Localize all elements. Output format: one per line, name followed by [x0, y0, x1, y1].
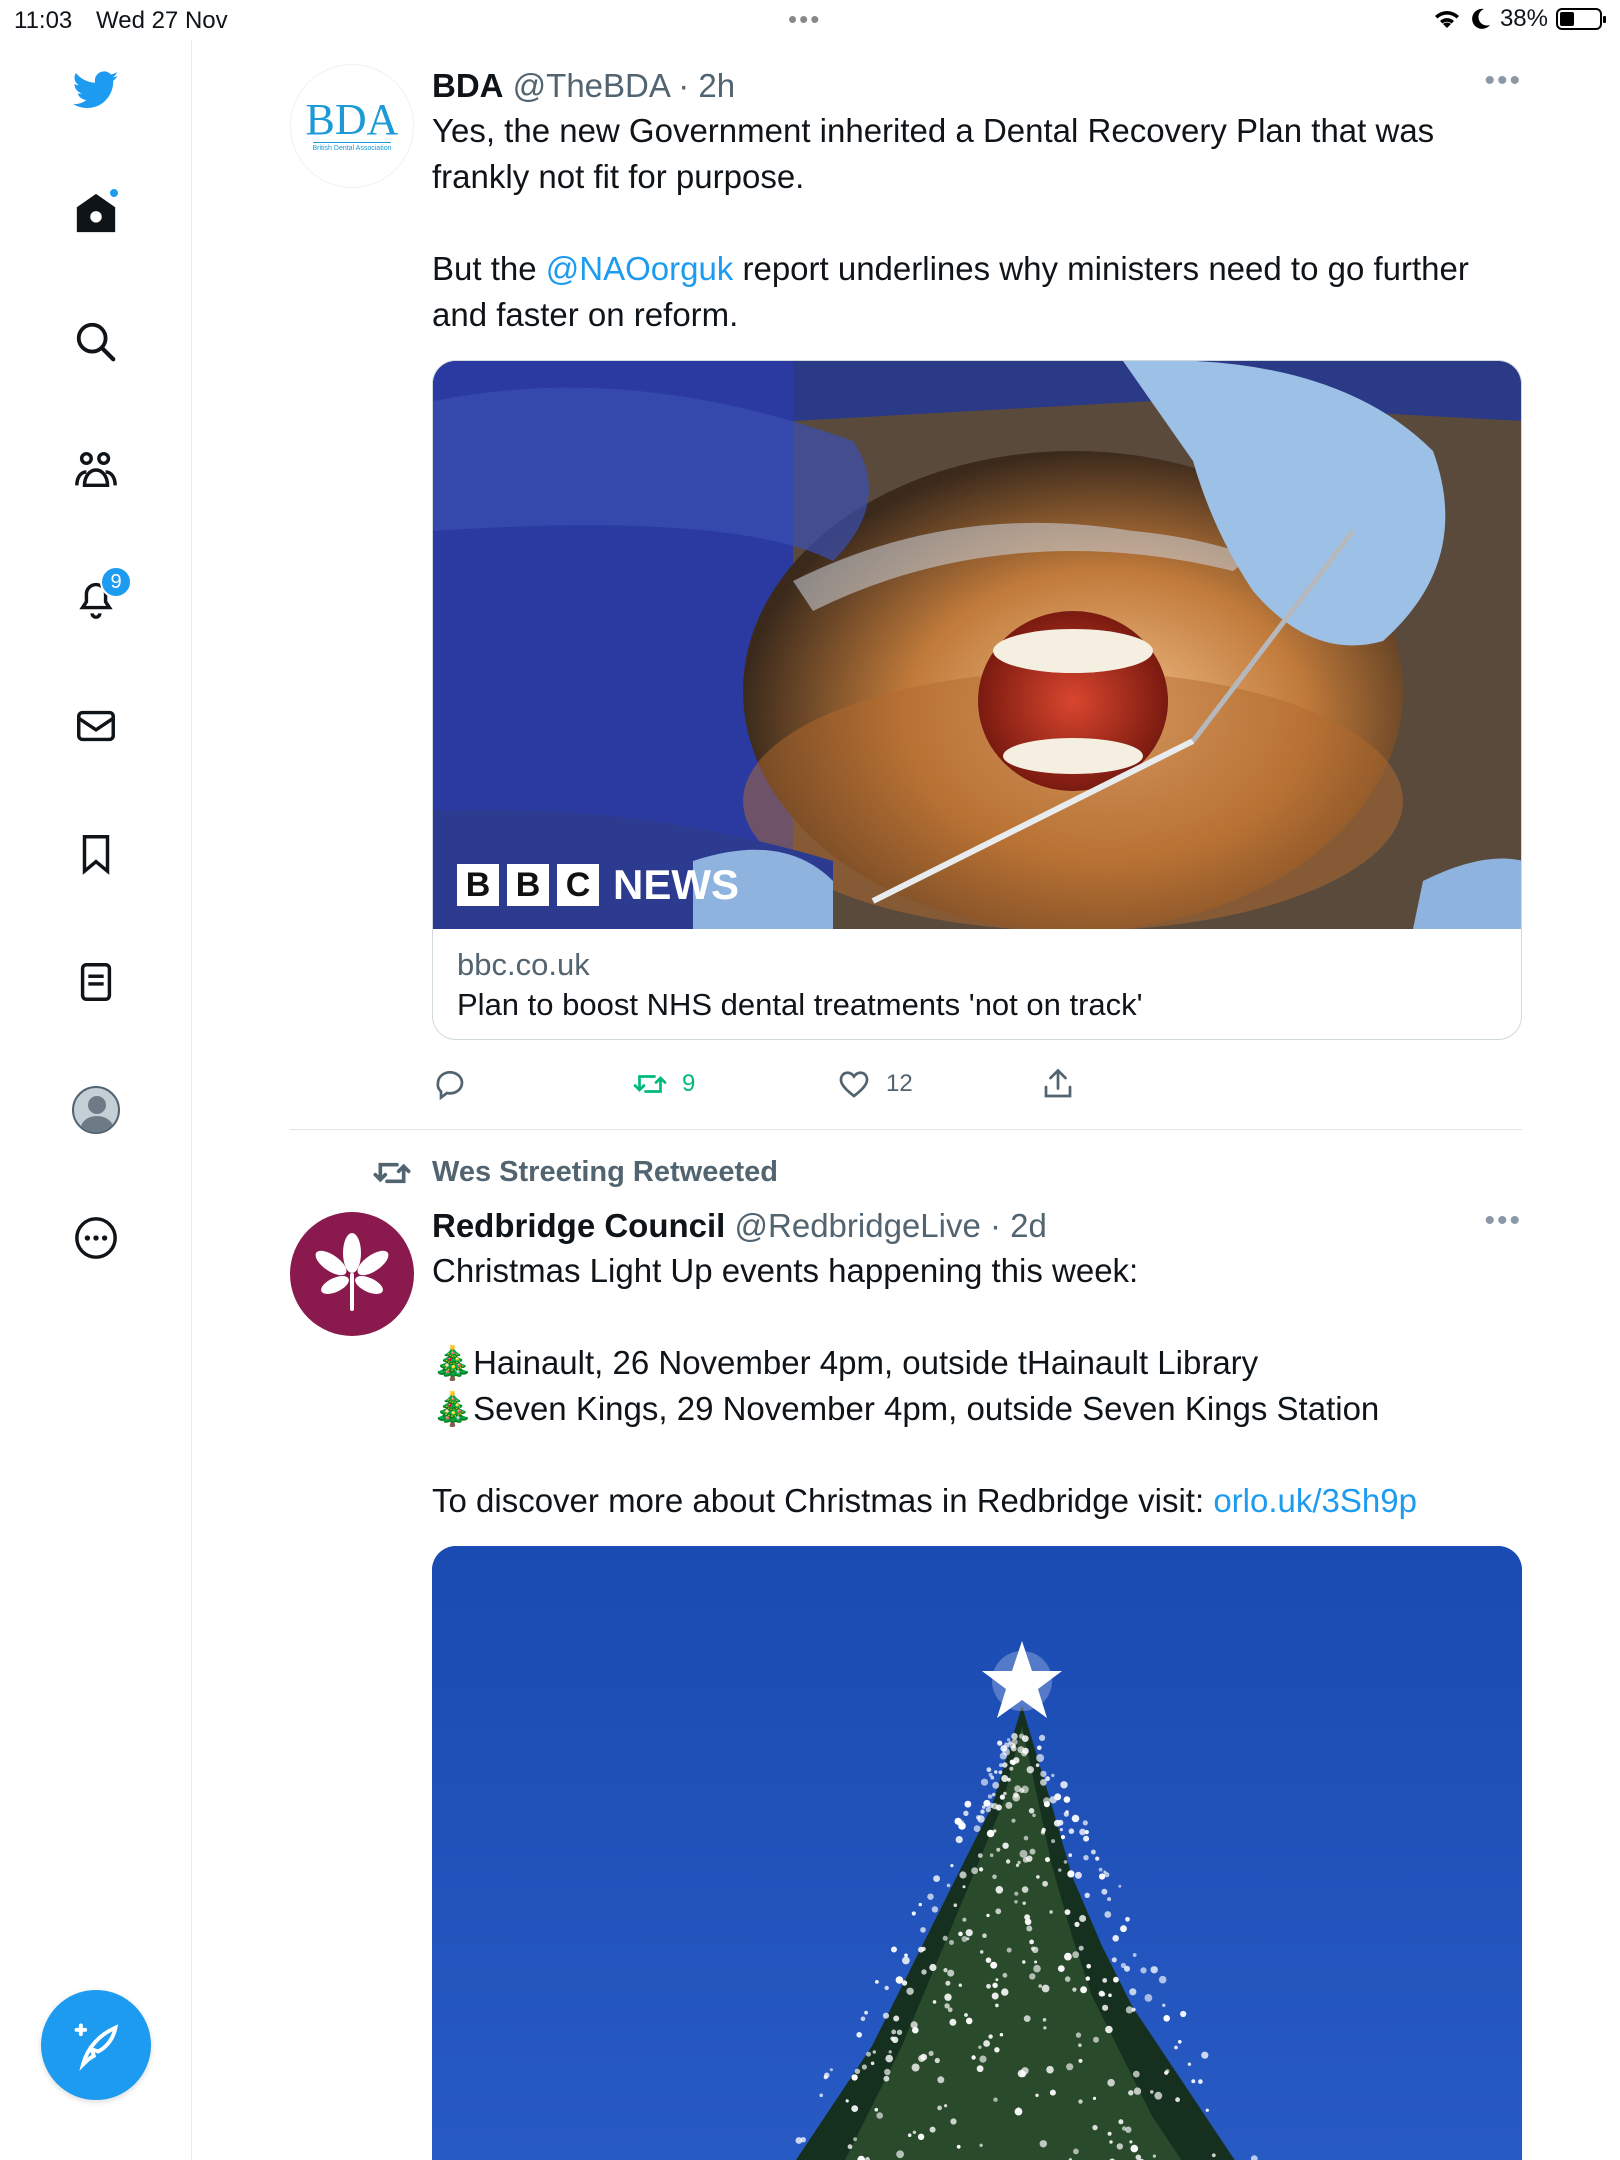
redbridge-avatar[interactable] — [290, 1212, 414, 1336]
link-card[interactable]: B B C NEWS bbc.co.uk Plan to boost NHS d… — [432, 360, 1522, 1040]
article-image: B B C NEWS — [433, 361, 1521, 929]
battery-icon — [1556, 8, 1606, 30]
tweet-actions: 9 12 — [432, 1054, 1522, 1134]
share-button[interactable] — [1040, 1066, 1076, 1102]
heart-icon — [839, 1071, 869, 1098]
tweet-text-line: 🎄Hainault, 26 November 4pm, outside tHai… — [432, 1344, 1259, 1381]
reply-icon — [436, 1071, 464, 1101]
tweet-text-line: To discover more about Christmas in Redb… — [432, 1482, 1417, 1519]
bda-logo-sub: British Dental Association — [312, 142, 392, 152]
messages-icon[interactable] — [66, 696, 126, 756]
wifi-icon — [1434, 11, 1459, 29]
dentist-photo — [433, 361, 1521, 929]
tweet-text: Christmas Light Up events happening this… — [432, 1248, 1522, 1524]
like-count: 12 — [886, 1070, 913, 1097]
compose-icon — [74, 2023, 119, 2071]
tweet-text: Yes, the new Government inherited a Dent… — [432, 108, 1522, 338]
communities-icon[interactable] — [66, 440, 126, 500]
timeline: BDA British Dental Association BDA @TheB… — [192, 40, 1620, 2160]
tweet-text-line: 🎄Seven Kings, 29 November 4pm, outside S… — [432, 1390, 1380, 1427]
home-unread-dot — [108, 187, 120, 199]
retweeted-by[interactable]: Wes Streeting Retweeted — [373, 1156, 778, 1189]
profile-icon[interactable] — [66, 1080, 126, 1140]
tweet-image[interactable] — [432, 1546, 1522, 2160]
compose-button[interactable] — [41, 1990, 151, 2100]
tweet-text-line: Yes, the new Government inherited a Dent… — [432, 112, 1435, 195]
share-icon — [1044, 1068, 1072, 1098]
lists-icon[interactable] — [66, 952, 126, 1012]
battery-percent: 38% — [1499, 5, 1548, 32]
home-icon[interactable] — [66, 183, 126, 243]
author-handle[interactable]: @RedbridgeLive — [735, 1207, 981, 1244]
bbc-news-logo: B B C NEWS — [457, 861, 739, 909]
retweet-icon — [633, 1075, 667, 1093]
author-name[interactable]: Redbridge Council — [432, 1207, 725, 1244]
bookmarks-icon[interactable] — [66, 824, 126, 884]
card-title: Plan to boost NHS dental treatments 'not… — [457, 987, 1143, 1022]
more-icon[interactable] — [66, 1208, 126, 1268]
mention-link[interactable]: @NAOorguk — [546, 250, 734, 287]
moon-icon — [1472, 8, 1490, 29]
tweet-more-button[interactable]: ••• — [1484, 1204, 1522, 1238]
card-meta: bbc.co.uk Plan to boost NHS dental treat… — [433, 929, 1521, 1039]
retweet-count: 9 — [682, 1070, 696, 1097]
status-right: 38% — [1432, 5, 1606, 33]
tweet-text-line: But the @NAOorguk report underlines why … — [432, 250, 1469, 333]
url-link[interactable]: orlo.uk/3Sh9p — [1213, 1482, 1417, 1519]
tweet-header: Redbridge Council @RedbridgeLive · 2d — [432, 1207, 1047, 1244]
author-name[interactable]: BDA — [432, 67, 504, 104]
retweet-button[interactable]: 9 — [632, 1066, 695, 1102]
reply-button[interactable] — [432, 1066, 468, 1102]
search-icon[interactable] — [66, 312, 126, 372]
tweet-text-line: Christmas Light Up events happening this… — [432, 1252, 1139, 1289]
tweet-more-button[interactable]: ••• — [1484, 64, 1522, 98]
tweet-header: BDA @TheBDA · 2h — [432, 67, 736, 104]
tweet-time[interactable]: 2h — [698, 67, 735, 104]
status-date: Wed 27 Nov — [96, 7, 228, 34]
twitter-bird-icon[interactable] — [66, 60, 126, 120]
status-time: 11:03 — [14, 7, 73, 34]
retweet-icon — [373, 1162, 411, 1183]
like-button[interactable]: 12 — [836, 1066, 913, 1102]
bda-logo: BDA — [305, 95, 399, 144]
card-domain: bbc.co.uk — [457, 947, 590, 982]
leaf-logo-icon — [315, 1233, 389, 1311]
sidebar: 9 — [0, 40, 192, 2160]
christmas-tree-photo — [432, 1546, 1522, 2160]
profile-avatar — [72, 1086, 120, 1134]
status-bar: 11:03 Wed 27 Nov ••• 38% — [0, 0, 1620, 40]
author-handle[interactable]: @TheBDA — [513, 67, 669, 104]
tweet-divider — [290, 1129, 1522, 1130]
notifications-icon[interactable]: 9 — [66, 566, 132, 628]
notifications-badge: 9 — [100, 566, 132, 598]
bda-avatar[interactable]: BDA British Dental Association — [290, 64, 414, 188]
tweet-time[interactable]: 2d — [1010, 1207, 1047, 1244]
multitasking-dots[interactable]: ••• — [788, 4, 821, 35]
